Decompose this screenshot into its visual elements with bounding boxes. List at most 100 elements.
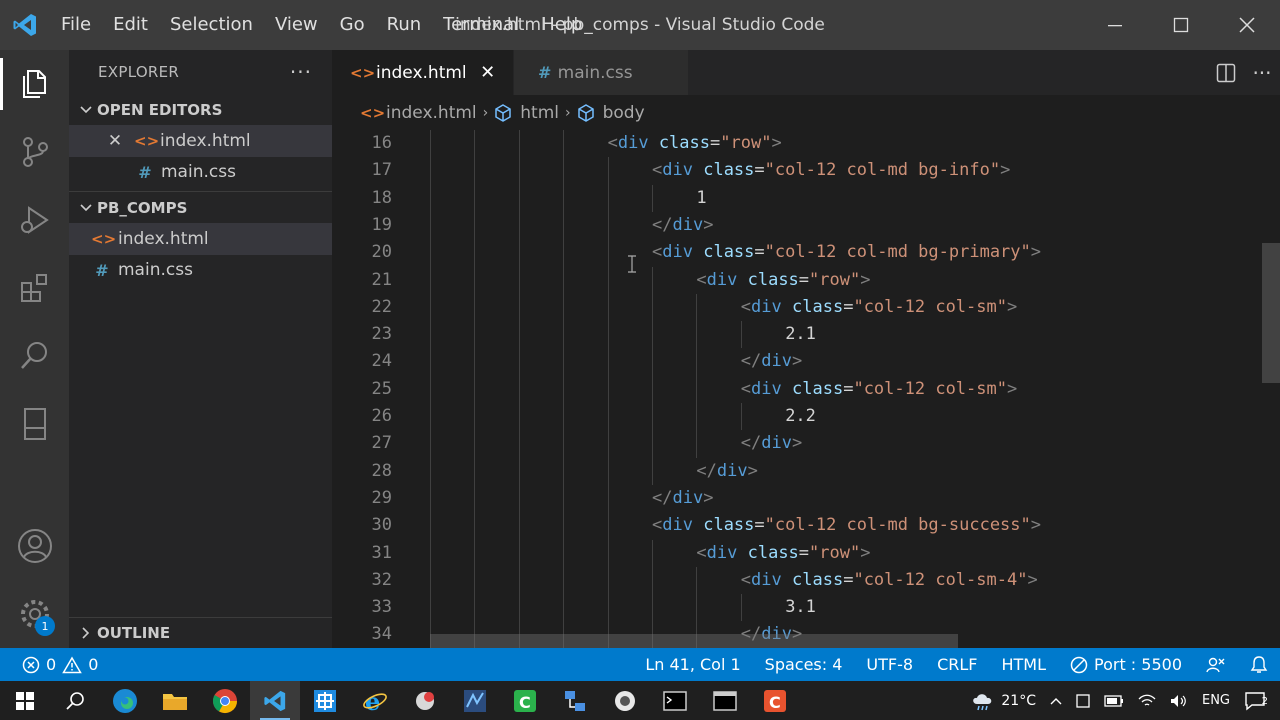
wifi-icon[interactable] — [1131, 681, 1163, 720]
snip-icon[interactable] — [300, 681, 350, 720]
encoding[interactable]: UTF-8 — [854, 648, 925, 681]
code-token: 1 — [696, 187, 707, 208]
open-editors-label: OPEN EDITORS — [97, 100, 223, 119]
problems-indicator[interactable]: 0 0 — [0, 655, 98, 674]
notification-center-icon[interactable]: 2 — [1237, 681, 1280, 720]
menu-edit[interactable]: Edit — [102, 0, 159, 50]
breadcrumb-item[interactable]: <> index.html — [360, 103, 477, 123]
account-icon[interactable] — [0, 512, 69, 580]
project-folder-header[interactable]: PB_COMPS — [69, 192, 332, 223]
tab-index-html[interactable]: <> index.html ✕ — [332, 50, 514, 95]
weather-widget[interactable]: 21°C — [964, 681, 1043, 720]
code-token: "col-12 col-sm" — [853, 296, 1007, 317]
indent-guide — [652, 539, 653, 648]
battery-icon[interactable] — [1097, 681, 1131, 720]
input-language[interactable]: ENG — [1195, 681, 1237, 720]
extensions-icon[interactable] — [0, 254, 69, 322]
indentation[interactable]: Spaces: 4 — [753, 648, 855, 681]
code-text: <div class="row"> — [608, 130, 782, 157]
terminal-icon[interactable] — [650, 681, 700, 720]
vertical-scrollbar[interactable] — [1262, 243, 1280, 383]
outline-header[interactable]: OUTLINE — [69, 617, 332, 648]
volume-icon[interactable] — [1163, 681, 1195, 720]
close-tab-icon[interactable]: ✕ — [473, 62, 503, 83]
menu-run[interactable]: Run — [376, 0, 433, 50]
vscode-icon[interactable] — [250, 681, 300, 720]
settings-gear-icon[interactable]: 1 — [0, 580, 69, 648]
line-number: 30 — [371, 515, 392, 536]
search-icon[interactable] — [0, 322, 69, 390]
editor-actions: ··· — [1208, 50, 1280, 95]
file-tree-filename: index.html — [118, 228, 209, 249]
more-actions-icon[interactable]: ··· — [290, 60, 312, 84]
recorder-icon[interactable]: C — [750, 681, 800, 720]
file-tree-item[interactable]: # main.css — [69, 255, 332, 287]
close-window-button[interactable] — [1214, 0, 1280, 50]
code-text: <div class="col-12 col-md bg-success"> — [652, 512, 1041, 539]
css-file-icon: # — [537, 63, 552, 82]
edge-icon[interactable] — [100, 681, 150, 720]
windows-taskbar: e C C 21°C ENG 2 — [0, 681, 1280, 720]
chevron-right-icon: › — [482, 104, 489, 121]
explorer-icon[interactable] — [0, 50, 69, 118]
app-icon[interactable] — [400, 681, 450, 720]
symbol-cube-icon — [494, 103, 520, 122]
file-tree-item[interactable]: <> index.html — [69, 223, 332, 255]
run-debug-icon[interactable] — [0, 186, 69, 254]
app3-icon[interactable] — [600, 681, 650, 720]
open-editor-item[interactable]: ✕ <> index.html — [69, 125, 332, 157]
code-token: div — [751, 378, 782, 399]
cursor-position[interactable]: Ln 41, Col 1 — [633, 648, 752, 681]
code-token: div — [761, 433, 792, 454]
source-control-icon[interactable] — [0, 118, 69, 186]
menu-go[interactable]: Go — [329, 0, 376, 50]
more-actions-icon[interactable]: ··· — [1244, 50, 1280, 95]
app2-icon[interactable] — [450, 681, 500, 720]
line-number: 29 — [371, 487, 392, 508]
split-editor-icon[interactable] — [1208, 50, 1244, 95]
menu-selection[interactable]: Selection — [159, 0, 264, 50]
open-editor-item[interactable]: # main.css — [69, 157, 332, 189]
code-token: div — [617, 133, 649, 153]
minimize-button[interactable] — [1082, 0, 1148, 50]
maximize-button[interactable] — [1148, 0, 1214, 50]
feedback-icon[interactable] — [1194, 648, 1238, 681]
code-text: 2.2 — [785, 403, 816, 430]
language-mode[interactable]: HTML — [989, 648, 1058, 681]
remote-explorer-icon[interactable] — [0, 390, 69, 458]
tab-main-css[interactable]: # main.css — [513, 50, 689, 95]
menu-file[interactable]: File — [50, 0, 102, 50]
file-explorer-icon[interactable] — [150, 681, 200, 720]
tab-label: main.css — [557, 62, 633, 83]
code-token: > — [1030, 515, 1042, 536]
tray-app-icon[interactable] — [1069, 681, 1097, 720]
chevron-down-icon — [75, 105, 97, 114]
code-editor[interactable]: 16 <div class="row"> 17 <div class="col-12 … — [332, 130, 1280, 648]
open-editor-filename: index.html — [160, 130, 251, 151]
code-token: = — [843, 569, 854, 590]
menu-help[interactable]: Help — [530, 0, 593, 50]
camtasia-icon[interactable]: C — [500, 681, 550, 720]
ie-icon[interactable]: e — [350, 681, 400, 720]
open-editors-header[interactable]: OPEN EDITORS — [69, 94, 332, 125]
code-token: "row" — [809, 269, 861, 290]
notifications-bell-icon[interactable] — [1238, 648, 1280, 681]
html-file-icon: <> — [360, 103, 386, 122]
line-ending[interactable]: CRLF — [925, 648, 989, 681]
menu-view[interactable]: View — [264, 0, 329, 50]
menu-terminal[interactable]: Terminal — [432, 0, 530, 50]
breadcrumb-item[interactable]: body — [577, 103, 645, 123]
windows-start-icon[interactable] — [0, 681, 50, 720]
terminal2-icon[interactable] — [700, 681, 750, 720]
code-token: div — [706, 269, 738, 290]
chrome-icon[interactable] — [200, 681, 250, 720]
horizontal-scrollbar[interactable] — [430, 634, 958, 648]
tray-expand-icon[interactable] — [1043, 681, 1069, 720]
close-editor-icon[interactable]: ✕ — [104, 131, 126, 151]
search-icon[interactable] — [50, 681, 100, 720]
live-server-port[interactable]: Port : 5500 — [1058, 648, 1194, 681]
network-icon[interactable] — [550, 681, 600, 720]
breadcrumb: <> index.html › html › body — [332, 95, 1280, 130]
breadcrumb-item[interactable]: html — [494, 103, 559, 123]
